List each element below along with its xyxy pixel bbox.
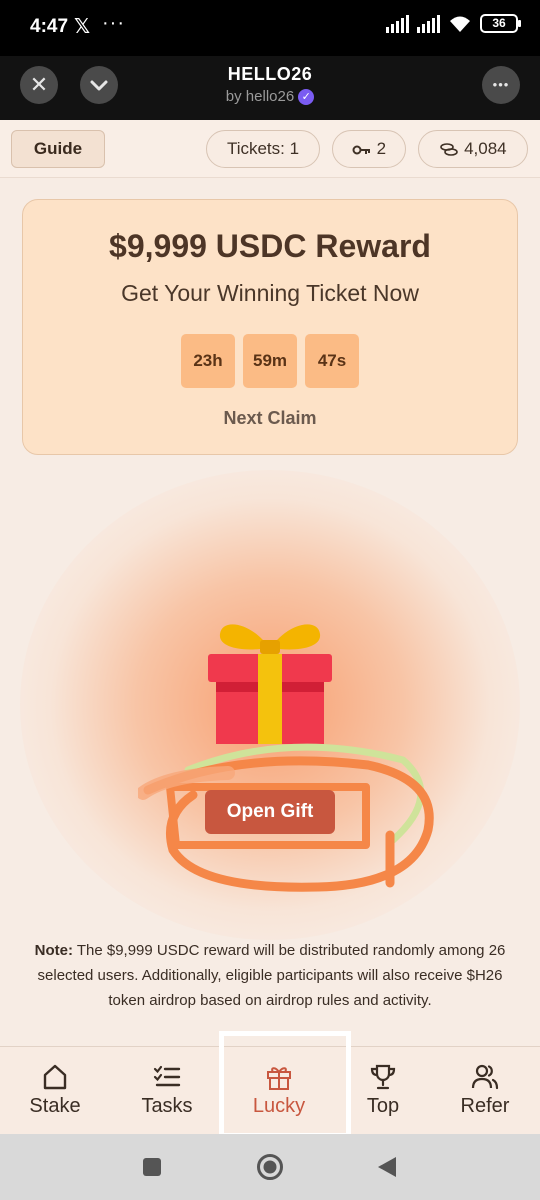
x-app-icon: 𝕏 <box>74 16 91 38</box>
app-author: by hello26 <box>225 88 295 105</box>
app-header: ✕ HELLO26 by hello26 ✓ ••• <box>0 56 540 120</box>
status-icons: 36 <box>386 14 521 33</box>
status-time: 4:47 <box>30 16 69 37</box>
coins-icon <box>440 142 459 156</box>
reward-title: $9,999 USDC Reward <box>109 228 431 264</box>
nav-stake-label: Stake <box>29 1095 81 1117</box>
app-title: HELLO26 <box>227 64 313 84</box>
home-icon <box>43 1064 67 1090</box>
keys-count: 2 <box>376 139 387 158</box>
nav-stake[interactable]: Stake <box>0 1047 110 1135</box>
highlight-box <box>219 1031 351 1138</box>
nav-tasks[interactable]: Tasks <box>112 1047 222 1135</box>
nav-refer-label: Refer <box>460 1095 510 1117</box>
more-notifications-icon: ··· <box>102 12 125 34</box>
note-label: Note: <box>34 942 73 959</box>
verified-icon: ✓ <box>298 89 315 106</box>
app-subtitle: by hello26 ✓ <box>0 88 540 106</box>
timer-hours: 23h <box>181 334 235 388</box>
reward-subtitle: Get Your Winning Ticket Now <box>121 280 419 306</box>
signal-icon-2 <box>417 14 440 33</box>
coins-pill[interactable]: 4,084 <box>418 130 528 168</box>
signal-icon <box>386 14 409 33</box>
checklist-icon <box>153 1065 181 1087</box>
note-text: Note: The $9,999 USDC reward will be dis… <box>30 938 510 1013</box>
more-options-icon[interactable]: ••• <box>482 66 520 104</box>
next-claim-label: Next Claim <box>223 408 317 428</box>
users-icon <box>471 1064 499 1090</box>
open-gift-button[interactable]: Open Gift <box>205 790 335 834</box>
gift-box-icon <box>208 624 332 744</box>
timer-seconds: 47s <box>305 334 359 388</box>
top-bar: Guide Tickets: 1 2 4,084 <box>0 120 540 178</box>
battery-icon: 36 <box>480 14 521 33</box>
back-button[interactable] <box>376 1156 398 1178</box>
system-nav-bar <box>0 1134 540 1200</box>
keys-pill[interactable]: 2 <box>332 130 406 168</box>
home-button[interactable] <box>256 1153 284 1181</box>
trophy-icon <box>370 1064 396 1090</box>
note-body: The $9,999 USDC reward will be distribut… <box>37 942 506 1009</box>
reward-card: $9,999 USDC Reward Get Your Winning Tick… <box>22 199 518 455</box>
nav-tasks-label: Tasks <box>141 1095 193 1117</box>
status-bar: 4:47 𝕏 ··· 36 <box>0 0 540 56</box>
timer-minutes: 59m <box>243 334 297 388</box>
tickets-pill[interactable]: Tickets: 1 <box>206 130 320 168</box>
nav-refer[interactable]: Refer <box>430 1047 540 1135</box>
key-icon <box>352 145 370 155</box>
wifi-icon <box>450 16 470 32</box>
coins-count: 4,084 <box>464 139 507 158</box>
guide-button[interactable]: Guide <box>11 130 105 168</box>
recent-apps-button[interactable] <box>142 1157 162 1177</box>
